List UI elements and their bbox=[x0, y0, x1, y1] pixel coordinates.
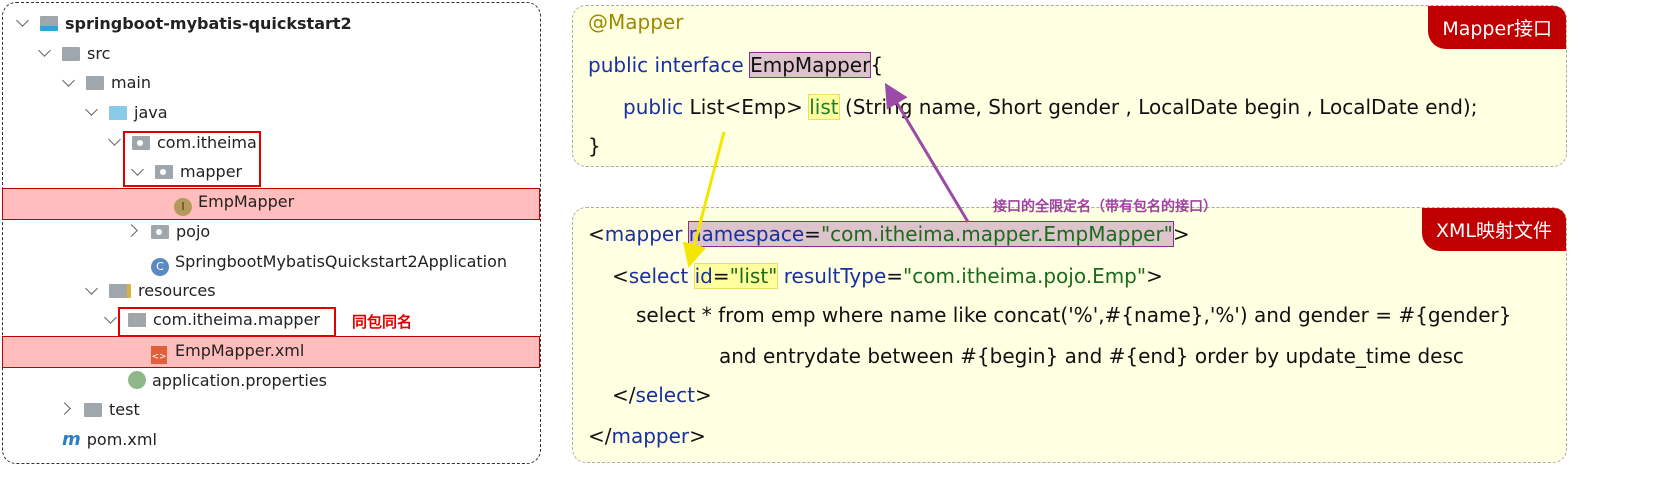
source-folder-icon bbox=[109, 106, 127, 120]
interface-icon: I bbox=[174, 198, 192, 216]
xml-tag: XML映射文件 bbox=[1422, 208, 1566, 251]
tree-item-empmapper-xml[interactable]: <> EmpMapper.xml bbox=[151, 337, 304, 365]
tree-item-project[interactable]: springboot-mybatis-quickstart2 bbox=[40, 10, 352, 38]
package-icon bbox=[155, 165, 173, 179]
folder-icon bbox=[62, 47, 80, 61]
tree-item-empmapper[interactable]: I EmpMapper bbox=[174, 188, 294, 216]
resources-folder-icon bbox=[109, 284, 131, 298]
same-package-note: 同包同名 bbox=[352, 313, 413, 331]
tree-item-test[interactable]: test bbox=[84, 396, 140, 424]
xml-line-select-close: </select> bbox=[612, 383, 712, 407]
tree-item-main[interactable]: main bbox=[86, 69, 151, 97]
package-icon bbox=[151, 225, 169, 239]
tree-item-src[interactable]: src bbox=[62, 40, 110, 68]
project-folder-icon bbox=[40, 16, 58, 31]
folder-icon bbox=[128, 313, 146, 327]
method-name: list bbox=[808, 94, 840, 120]
xml-file-icon: <> bbox=[151, 346, 167, 364]
package-icon bbox=[132, 136, 150, 150]
mapper-tag: Mapper接口 bbox=[1428, 6, 1566, 49]
folder-icon bbox=[84, 403, 102, 417]
namespace-note: 接口的全限定名（带有包名的接口） bbox=[993, 199, 1217, 215]
maven-icon: m bbox=[62, 429, 81, 450]
code-line-interface: public interface EmpMapper{ bbox=[588, 52, 884, 78]
tree-item-resources[interactable]: resources bbox=[109, 277, 216, 305]
properties-icon bbox=[128, 371, 146, 389]
tree-item-java[interactable]: java bbox=[109, 99, 168, 127]
tree-item-application-properties[interactable]: application.properties bbox=[128, 367, 327, 395]
interface-name: EmpMapper bbox=[749, 52, 872, 78]
tree-item-application-class[interactable]: C SpringbootMybatisQuickstart2Application bbox=[151, 248, 507, 276]
mapper-interface-box: Mapper接口 bbox=[572, 5, 1567, 167]
tree-item-com-itheima-mapper[interactable]: com.itheima.mapper bbox=[128, 306, 320, 334]
tree-item-com-itheima[interactable]: com.itheima bbox=[132, 129, 257, 157]
xml-line-sql2: and entrydate between #{begin} and #{end… bbox=[719, 344, 1464, 368]
spring-class-icon: C bbox=[151, 258, 169, 276]
tree-item-pom[interactable]: m pom.xml bbox=[62, 426, 157, 454]
tree-item-mapper[interactable]: mapper bbox=[155, 158, 242, 186]
xml-line-sql1: select * from emp where name like concat… bbox=[636, 303, 1512, 327]
xml-line-mapper-open: <mapper namespace="com.itheima.mapper.Em… bbox=[588, 221, 1190, 247]
folder-icon bbox=[86, 76, 104, 90]
xml-line-mapper-close: </mapper> bbox=[588, 424, 706, 448]
code-line-close: } bbox=[588, 134, 601, 158]
code-line-method: public List<Emp> list (String name, Shor… bbox=[623, 94, 1478, 120]
tree-item-pojo[interactable]: pojo bbox=[151, 218, 210, 246]
xml-line-select-open: <select id="list" resultType="com.itheim… bbox=[612, 263, 1163, 289]
code-line-annotation: @Mapper bbox=[588, 10, 684, 34]
